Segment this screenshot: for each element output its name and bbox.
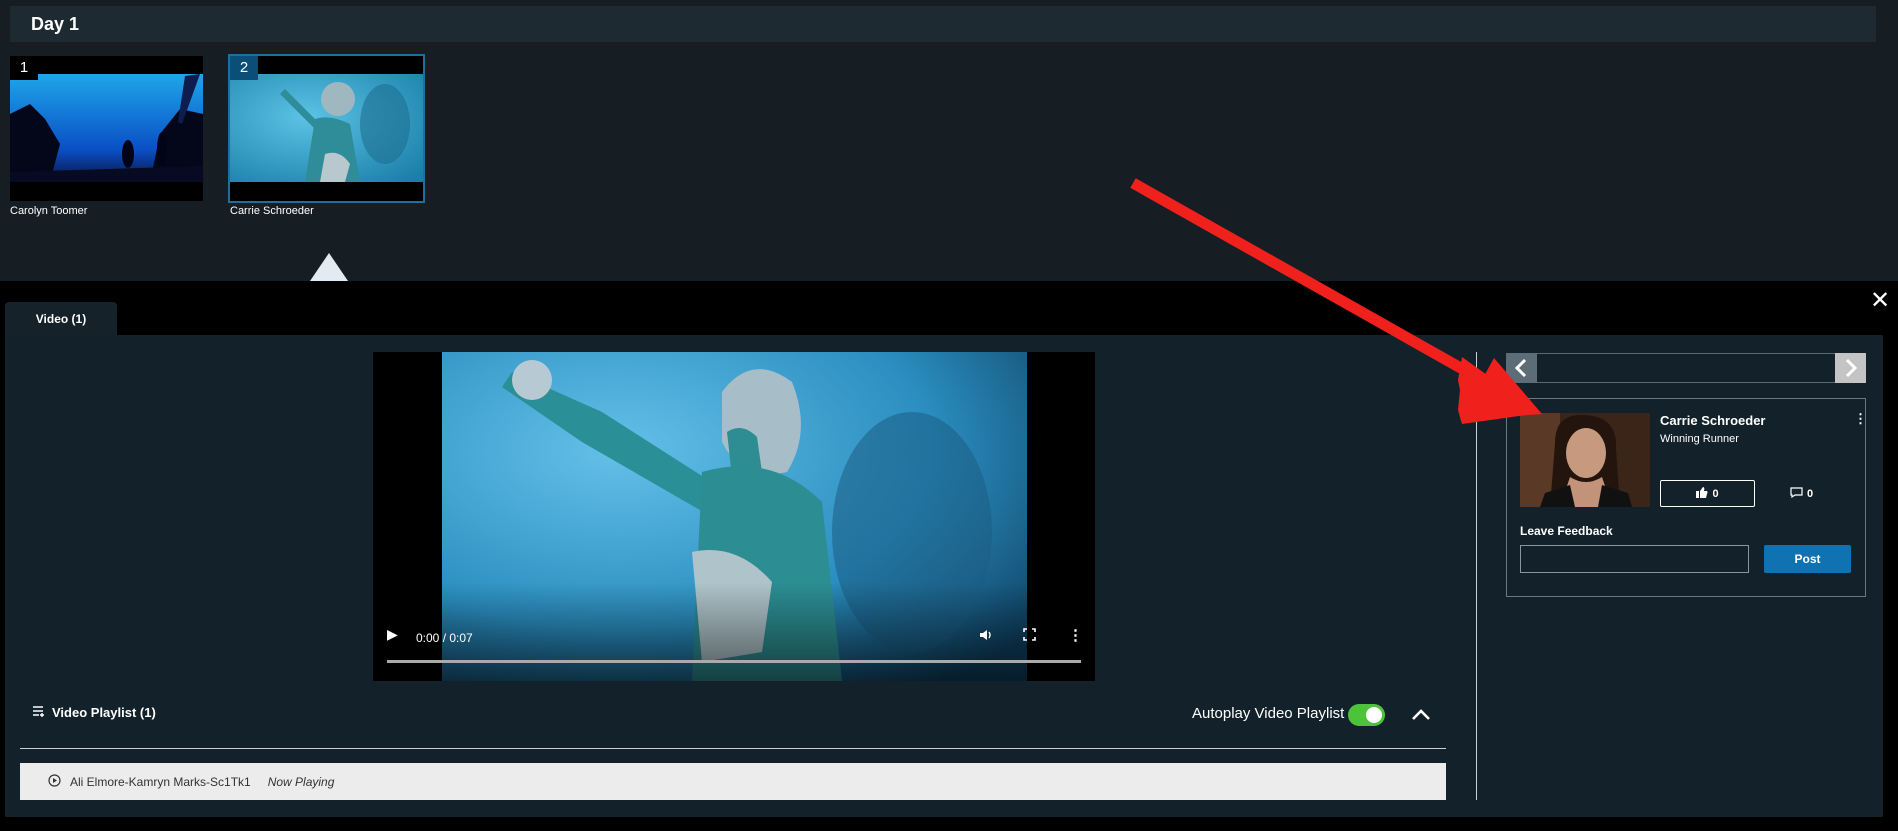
- tab-video[interactable]: Video (1): [5, 302, 117, 336]
- now-playing-label: Now Playing: [267, 774, 335, 789]
- playlist-divider: [20, 748, 1446, 749]
- selection-pointer: [310, 253, 348, 281]
- autoplay-toggle[interactable]: [1348, 704, 1385, 726]
- chevron-left-icon: [1514, 358, 1527, 378]
- play-icon[interactable]: ▶: [387, 626, 398, 643]
- feedback-input[interactable]: [1520, 545, 1749, 573]
- video-frame: [442, 352, 1027, 681]
- thumbnail-number: 1: [10, 56, 38, 80]
- toggle-knob: [1366, 707, 1382, 723]
- video-player[interactable]: ▶ 0:00 / 0:07 ⋮: [373, 352, 1095, 681]
- feedback-label: Leave Feedback: [1520, 524, 1613, 538]
- like-button[interactable]: 0: [1660, 480, 1755, 507]
- day-header: Day 1: [10, 6, 1876, 42]
- thumbnail-caption-1: Carolyn Toomer: [10, 205, 88, 217]
- carousel-next-button[interactable]: [1835, 353, 1866, 383]
- comment-count: 0: [1807, 488, 1814, 500]
- thumbnail-number: 2: [230, 56, 258, 80]
- playlist-icon: [33, 705, 46, 720]
- profile-card: Carrie Schroeder Winning Runner ⋮ 0 0 Le…: [1506, 398, 1867, 597]
- comment-icon: [1790, 487, 1803, 501]
- profile-name: Carrie Schroeder: [1660, 413, 1766, 428]
- thumbnail-caption-2: Carrie Schroeder: [230, 205, 314, 217]
- volume-icon[interactable]: [979, 628, 993, 645]
- thumbnail-1[interactable]: 1: [10, 56, 203, 201]
- comment-counter[interactable]: 0: [1790, 487, 1813, 501]
- fullscreen-icon[interactable]: [1023, 628, 1036, 644]
- thumbs-up-icon: [1696, 486, 1708, 501]
- playlist-item[interactable]: Ali Elmore-Kamryn Marks-Sc1Tk1 Now Playi…: [20, 763, 1446, 800]
- close-icon[interactable]: ✕: [1870, 289, 1890, 313]
- more-vertical-icon[interactable]: ⋮: [1068, 626, 1083, 644]
- chevron-up-icon[interactable]: [1410, 703, 1432, 732]
- thumbnail-image-2: [230, 74, 423, 182]
- more-vertical-icon[interactable]: ⋮: [1854, 411, 1867, 427]
- playlist-item-title: Ali Elmore-Kamryn Marks-Sc1Tk1: [70, 774, 251, 789]
- profile-role: Winning Runner: [1660, 433, 1739, 445]
- thumbnail-image-1: [10, 74, 203, 182]
- chevron-right-icon: [1845, 358, 1858, 378]
- vertical-divider: [1476, 352, 1477, 800]
- profile-carousel: [1506, 353, 1864, 383]
- carousel-prev-button[interactable]: [1506, 353, 1537, 383]
- playlist-title: Video Playlist (1): [52, 705, 156, 720]
- video-progress-bar[interactable]: [387, 660, 1081, 663]
- post-button[interactable]: Post: [1764, 545, 1851, 573]
- like-count: 0: [1712, 487, 1719, 500]
- autoplay-label: Autoplay Video Playlist: [1192, 705, 1345, 722]
- profile-photo: [1520, 413, 1650, 507]
- playlist-header: Video Playlist (1): [33, 705, 156, 720]
- play-circle-icon: [48, 773, 61, 790]
- thumbnail-2[interactable]: 2: [228, 54, 425, 203]
- day-title: Day 1: [31, 14, 80, 34]
